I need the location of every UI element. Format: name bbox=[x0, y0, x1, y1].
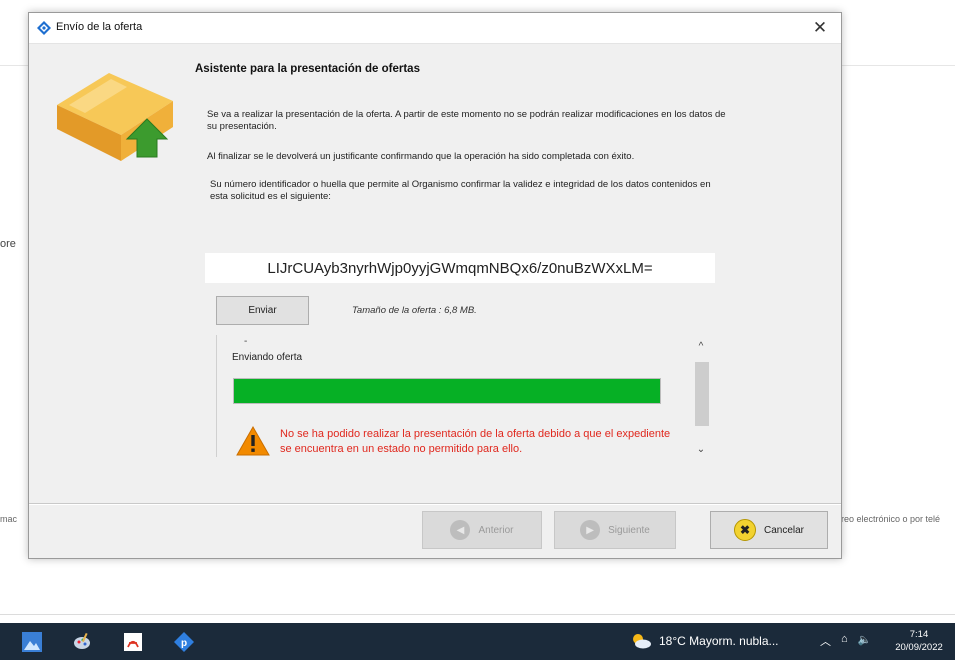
forward-arrow-icon: ▶ bbox=[580, 520, 601, 540]
send-button[interactable]: Enviar bbox=[216, 296, 309, 325]
scrollbar-thumb[interactable] bbox=[695, 362, 709, 426]
pdf-icon[interactable] bbox=[123, 632, 143, 652]
chevron-up-icon[interactable]: ︿ bbox=[820, 633, 831, 649]
intro-paragraph: Se va a realizar la presentación de la o… bbox=[207, 109, 726, 132]
identifier-paragraph: Su número identificador o huella que per… bbox=[210, 179, 711, 202]
wizard-heading: Asistente para la presentación de oferta… bbox=[195, 63, 420, 75]
receipt-paragraph: Al finalizar se le devolverá un justific… bbox=[207, 151, 635, 162]
background-text-fragment-right: reo electrónico o por telé bbox=[841, 514, 941, 524]
footer-divider-highlight bbox=[29, 504, 841, 505]
cancel-x-icon: ✖ bbox=[733, 519, 756, 541]
background-text-fragment-2: mac bbox=[0, 514, 18, 524]
clock-time: 7:14 bbox=[909, 629, 929, 640]
volume-icon[interactable]: 🔈 bbox=[858, 633, 872, 649]
tool-icon[interactable]: p bbox=[174, 632, 194, 652]
offer-size-label: Tamaño de la oferta : 6,8 MB. bbox=[352, 305, 477, 316]
background-divider-bottom bbox=[0, 614, 955, 615]
back-arrow-icon: ◀ bbox=[450, 520, 471, 540]
svg-text:p: p bbox=[181, 638, 187, 649]
hash-field: LIJrCUAyb3nyrhWjp0yyjGWmqmNBQx6/z0nuBzWX… bbox=[205, 253, 715, 283]
weather-text: 18°C Mayorm. nubla... bbox=[659, 634, 779, 648]
cancel-button[interactable]: ✖ Cancelar bbox=[710, 511, 828, 549]
progress-bar bbox=[233, 378, 661, 404]
previous-button-label: Anterior bbox=[478, 524, 514, 536]
sending-status-label: Enviando oferta bbox=[232, 352, 303, 363]
dialog-title: Envío de la oferta bbox=[56, 21, 143, 33]
taskbar-clock[interactable]: 7:14 20/09/2022 bbox=[888, 628, 950, 654]
clock-date: 20/09/2022 bbox=[895, 642, 943, 653]
paint-icon[interactable] bbox=[72, 632, 92, 652]
scroll-down-arrow-icon[interactable]: ⌄ bbox=[691, 440, 711, 458]
background-text-fragment: ore bbox=[0, 238, 16, 250]
log-dash: - bbox=[244, 336, 248, 347]
previous-button[interactable]: ◀ Anterior bbox=[422, 511, 542, 549]
next-button-label: Siguiente bbox=[608, 524, 650, 536]
weather-widget[interactable]: 18°C Mayorm. nubla... bbox=[630, 633, 779, 649]
taskbar: p 18°C Mayorm. nubla... ︿ ⌂ 🔈 7:14 20/09… bbox=[0, 623, 955, 660]
warning-icon bbox=[236, 426, 270, 456]
app-diamond-icon bbox=[37, 21, 51, 35]
scroll-up-arrow-icon[interactable]: ^ bbox=[691, 337, 711, 355]
dialog-titlebar[interactable]: Envío de la oferta ✕ bbox=[29, 13, 841, 44]
log-panel: - Enviando oferta No se ha podido realiz… bbox=[216, 335, 717, 457]
system-tray: ︿ ⌂ 🔈 bbox=[820, 633, 871, 649]
cancel-button-label: Cancelar bbox=[763, 524, 805, 536]
next-button[interactable]: ▶ Siguiente bbox=[554, 511, 676, 549]
progress-fill bbox=[234, 379, 660, 403]
photos-icon[interactable] bbox=[22, 632, 42, 652]
close-button[interactable]: ✕ bbox=[799, 13, 841, 43]
network-icon[interactable]: ⌂ bbox=[841, 633, 848, 649]
offer-submission-dialog: Envío de la oferta ✕ Asistente para la p… bbox=[28, 12, 842, 559]
error-message: No se ha podido realizar la presentación… bbox=[280, 428, 671, 455]
package-upload-icon bbox=[57, 73, 173, 161]
weather-cloud-icon bbox=[633, 634, 651, 649]
